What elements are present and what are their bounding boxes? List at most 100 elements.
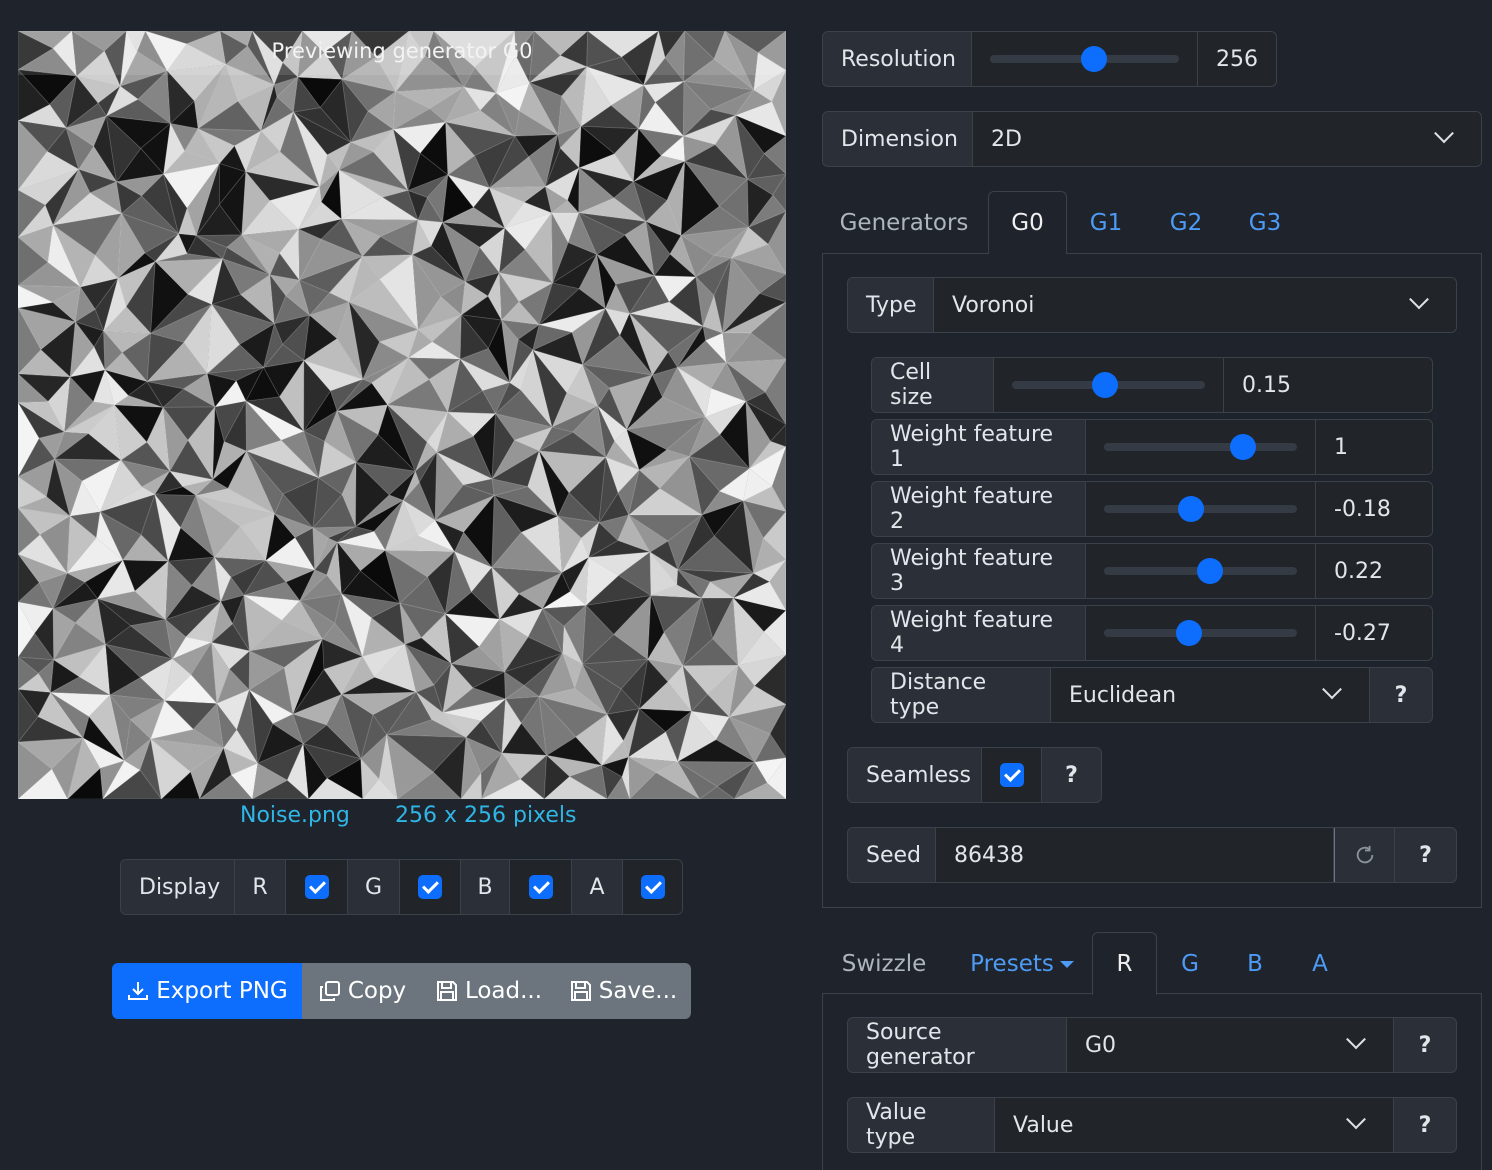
export-png-label: Export PNG bbox=[156, 978, 288, 1004]
cell-size-slider[interactable] bbox=[994, 358, 1224, 412]
tab-swizzle-b[interactable]: B bbox=[1225, 933, 1285, 995]
refresh-icon bbox=[1356, 845, 1373, 864]
dimension-select[interactable]: 2D bbox=[973, 112, 1481, 166]
tab-g1[interactable]: G1 bbox=[1072, 192, 1140, 254]
load-button[interactable]: Load... bbox=[422, 963, 555, 1019]
weight-feature-2-label: Weight feature 2 bbox=[872, 482, 1086, 536]
distance-help-button[interactable]: ? bbox=[1370, 668, 1432, 722]
distance-type-label: Distance type bbox=[872, 668, 1051, 722]
tab-g3[interactable]: G3 bbox=[1231, 192, 1299, 254]
slider-thumb[interactable] bbox=[1091, 372, 1118, 398]
channel-a-label: A bbox=[572, 860, 623, 914]
resolution-label: Resolution bbox=[823, 32, 972, 86]
slider-thumb[interactable] bbox=[1080, 46, 1107, 72]
channel-r-checkbox[interactable] bbox=[286, 860, 348, 914]
weight-feature-2-value[interactable]: -0.18 bbox=[1316, 482, 1432, 536]
copy-button[interactable]: Copy bbox=[302, 963, 422, 1019]
copy-icon bbox=[319, 981, 340, 1001]
check-icon bbox=[418, 875, 442, 899]
weight-feature-3-value[interactable]: 0.22 bbox=[1316, 544, 1432, 598]
source-generator-group: Source generator G0 ? bbox=[847, 1017, 1457, 1073]
chevron-down-icon bbox=[1346, 1109, 1366, 1130]
check-icon bbox=[999, 763, 1024, 787]
dimension-select-group: Dimension 2D bbox=[822, 111, 1482, 167]
dimension-value: 2D bbox=[991, 126, 1022, 152]
weight-feature-4-slider[interactable] bbox=[1086, 606, 1316, 660]
resolution-slider[interactable] bbox=[972, 32, 1198, 86]
display-label: Display bbox=[121, 860, 235, 914]
check-icon bbox=[528, 875, 553, 899]
floppy-icon bbox=[570, 981, 591, 1001]
cell-size-value[interactable]: 0.15 bbox=[1224, 358, 1432, 412]
source-generator-select[interactable]: G0 bbox=[1067, 1018, 1394, 1072]
voronoi-noise-image bbox=[18, 31, 786, 799]
tab-g2[interactable]: G2 bbox=[1152, 192, 1220, 254]
distance-type-select[interactable]: Euclidean bbox=[1051, 668, 1370, 722]
check-icon bbox=[640, 875, 665, 899]
channel-g-label: G bbox=[348, 860, 400, 914]
resolution-value[interactable]: 256 bbox=[1198, 32, 1276, 86]
file-name: Noise.png bbox=[240, 803, 350, 828]
tab-g0[interactable]: G0 bbox=[988, 191, 1067, 254]
load-label: Load... bbox=[464, 978, 543, 1004]
weight-feature-1-slider[interactable] bbox=[1086, 420, 1316, 474]
generators-heading: Generators bbox=[839, 210, 969, 236]
value-type-group: Value type Value ? bbox=[847, 1097, 1457, 1153]
export-png-button[interactable]: Export PNG bbox=[112, 963, 302, 1019]
save-button[interactable]: Save... bbox=[555, 963, 691, 1019]
type-select-group: Type Voronoi bbox=[847, 277, 1457, 333]
weight-feature-4-value[interactable]: -0.27 bbox=[1316, 606, 1432, 660]
slider-thumb[interactable] bbox=[1175, 620, 1202, 646]
value-type-value: Value bbox=[1013, 1112, 1074, 1138]
source-generator-help-button[interactable]: ? bbox=[1394, 1018, 1456, 1072]
seamless-label: Seamless bbox=[848, 748, 982, 802]
save-label: Save... bbox=[598, 978, 678, 1004]
slider-thumb[interactable] bbox=[1197, 558, 1224, 584]
value-type-label: Value type bbox=[848, 1098, 995, 1152]
slider-thumb[interactable] bbox=[1229, 434, 1256, 460]
weight-feature-1-value[interactable]: 1 bbox=[1316, 420, 1432, 474]
dimension-label: Dimension bbox=[823, 112, 973, 166]
tab-swizzle-a[interactable]: A bbox=[1290, 933, 1350, 995]
check-icon bbox=[304, 875, 329, 899]
seed-label: Seed bbox=[848, 828, 936, 882]
type-select[interactable]: Voronoi bbox=[934, 278, 1456, 332]
resolution-group: Resolution 256 bbox=[822, 31, 1277, 87]
weight-feature-2-slider[interactable] bbox=[1086, 482, 1316, 536]
chevron-down-icon bbox=[1409, 289, 1429, 310]
channel-b-checkbox[interactable] bbox=[510, 860, 572, 914]
weight-feature-1-label: Weight feature 1 bbox=[872, 420, 1086, 474]
channel-b-label: B bbox=[461, 860, 510, 914]
weight-feature-2-group: Weight feature 2 -0.18 bbox=[871, 481, 1433, 537]
weight-feature-3-label: Weight feature 3 bbox=[872, 544, 1086, 598]
channel-a-checkbox[interactable] bbox=[623, 860, 682, 914]
presets-dropdown[interactable]: Presets bbox=[958, 933, 1086, 995]
seed-help-button[interactable]: ? bbox=[1395, 828, 1456, 882]
tab-swizzle-r[interactable]: R bbox=[1092, 932, 1157, 995]
caret-down-icon bbox=[1059, 960, 1074, 968]
distance-type-group: Distance type Euclidean ? bbox=[871, 667, 1433, 723]
chevron-down-icon bbox=[1346, 1029, 1366, 1050]
cell-size-label: Cell size bbox=[872, 358, 994, 412]
channel-g-checkbox[interactable] bbox=[400, 860, 461, 914]
weight-feature-4-group: Weight feature 4 -0.27 bbox=[871, 605, 1433, 661]
tab-swizzle-g[interactable]: G bbox=[1160, 933, 1220, 995]
chevron-down-icon bbox=[1434, 123, 1454, 144]
value-type-select[interactable]: Value bbox=[995, 1098, 1394, 1152]
weight-feature-3-group: Weight feature 3 0.22 bbox=[871, 543, 1433, 599]
type-label: Type bbox=[848, 278, 934, 332]
randomize-seed-button[interactable] bbox=[1334, 828, 1395, 882]
image-dimensions: 256 x 256 pixels bbox=[395, 803, 577, 828]
presets-label: Presets bbox=[970, 951, 1054, 977]
weight-feature-3-slider[interactable] bbox=[1086, 544, 1316, 598]
seamless-checkbox[interactable] bbox=[982, 748, 1042, 802]
slider-thumb[interactable] bbox=[1177, 496, 1204, 522]
copy-label: Copy bbox=[347, 978, 407, 1004]
download-icon bbox=[128, 982, 149, 1000]
seed-input[interactable]: 86438 bbox=[936, 828, 1334, 882]
seamless-help-button[interactable]: ? bbox=[1042, 748, 1101, 802]
weight-feature-1-group: Weight feature 1 1 bbox=[871, 419, 1433, 475]
swizzle-heading: Swizzle bbox=[841, 951, 927, 977]
value-type-help-button[interactable]: ? bbox=[1394, 1098, 1456, 1152]
source-generator-label: Source generator bbox=[848, 1018, 1067, 1072]
